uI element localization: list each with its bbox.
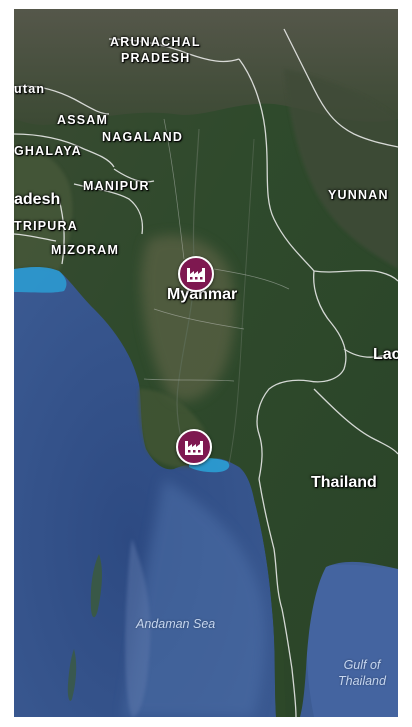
- label-arunachal: ARUNACHAL: [110, 35, 201, 49]
- label-bhutan: utan: [14, 82, 46, 96]
- factory-icon: [185, 441, 203, 455]
- label-pradesh: PRADESH: [121, 51, 191, 65]
- factory-marker-yangon[interactable]: [176, 429, 212, 465]
- label-gulf-of-thailand: Gulf of Thailand: [330, 657, 394, 690]
- label-andaman-sea: Andaman Sea: [136, 617, 216, 631]
- label-gulf-line2: Thailand: [338, 674, 386, 689]
- label-bangladesh: adesh: [14, 191, 61, 208]
- label-manipur: MANIPUR: [83, 179, 150, 193]
- label-thailand: Thailand: [311, 474, 377, 491]
- label-nagaland: NAGALAND: [102, 130, 184, 144]
- label-laos: Lac: [373, 346, 398, 363]
- label-tripura: TRIPURA: [14, 219, 78, 233]
- factory-marker-myanmar[interactable]: [178, 256, 214, 292]
- factory-icon: [187, 268, 205, 282]
- label-meghalaya: GHALAYA: [14, 144, 82, 158]
- label-mizoram: MIZORAM: [51, 243, 120, 257]
- label-yunnan: YUNNAN: [328, 188, 389, 202]
- label-gulf-line1: Gulf of: [343, 658, 381, 672]
- map-view[interactable]: ARUNACHAL PRADESH utan ASSAM NAGALAND GH…: [14, 9, 398, 717]
- label-assam: ASSAM: [57, 113, 109, 127]
